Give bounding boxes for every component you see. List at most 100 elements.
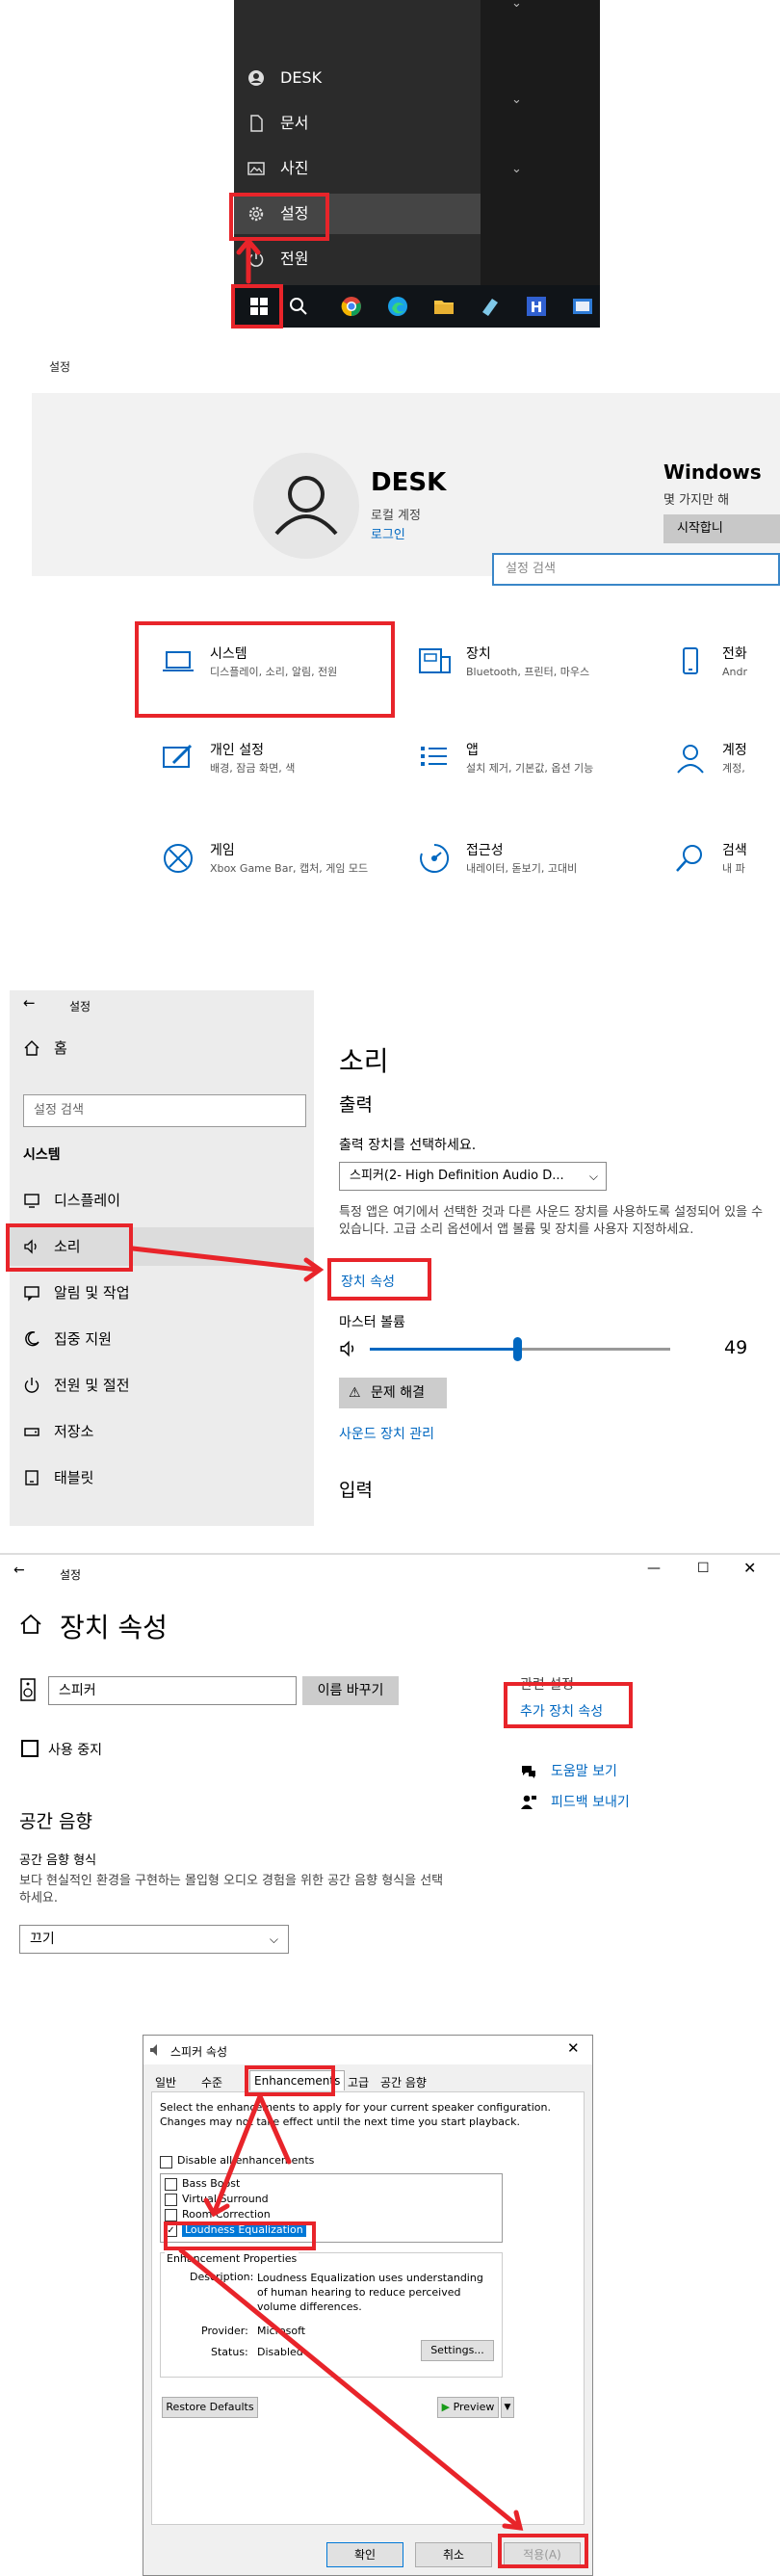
close-icon[interactable]: ✕ (567, 2039, 580, 2057)
disable-device-checkbox[interactable] (21, 1740, 39, 1757)
category-accounts[interactable]: 계정 계정, (657, 723, 780, 800)
notification-icon (24, 1286, 39, 1301)
nav-storage[interactable]: 저장소 (10, 1412, 314, 1451)
annotation-box (498, 2534, 588, 2568)
app-icon[interactable] (571, 295, 594, 318)
nav-notifications[interactable]: 알림 및 작업 (10, 1274, 314, 1312)
back-arrow-icon[interactable]: ← (23, 994, 36, 1012)
user-icon (248, 70, 264, 86)
category-search[interactable]: 검색 내 파 (657, 823, 780, 900)
tab-general[interactable]: 일반 (155, 2074, 176, 2090)
nav-section-heading: 시스템 (23, 1147, 61, 1163)
category-gaming[interactable]: 게임 Xbox Game Bar, 캡처, 게임 모드 (144, 823, 385, 900)
page-title: 장치 속성 (60, 1612, 168, 1643)
spatial-heading: 공간 음향 (19, 1811, 92, 1832)
search-icon[interactable] (287, 295, 310, 318)
category-title: 접근성 (466, 843, 504, 858)
virtual-surround-checkbox[interactable] (165, 2194, 177, 2206)
nav-home-label: 홈 (54, 1039, 67, 1057)
spatial-desc: 보다 현실적인 환경을 구현하는 몰입형 오디오 경험을 위한 공간 음향 형식… (19, 1874, 444, 1906)
spatial-format-value: 끄기 (30, 1932, 55, 1947)
ok-button[interactable]: 확인 (326, 2542, 403, 2567)
enhancement-properties-group: Enhancement Properties Description: Loud… (160, 2252, 503, 2378)
category-apps[interactable]: 앱 설치 제거, 기본값, 옵션 기능 (401, 723, 641, 800)
room-correction-checkbox[interactable] (165, 2209, 177, 2221)
manage-devices-link[interactable]: 사운드 장치 관리 (339, 1424, 434, 1443)
nav-tablet[interactable]: 태블릿 (10, 1459, 314, 1497)
search-input[interactable]: 설정 검색 (23, 1094, 306, 1127)
nav-focus-assist[interactable]: 집중 지원 (10, 1320, 314, 1358)
windows-title: Windows (663, 460, 762, 484)
cancel-button[interactable]: 취소 (415, 2542, 492, 2567)
back-arrow-icon[interactable]: ← (13, 1563, 25, 1578)
bass-boost-checkbox[interactable] (165, 2178, 177, 2191)
tab-levels[interactable]: 수준 (201, 2074, 222, 2090)
nav-label: 알림 및 작업 (54, 1284, 130, 1301)
login-link[interactable]: 로그인 (371, 524, 405, 542)
start-item-documents[interactable]: 문서 (234, 103, 481, 144)
spatial-format-select[interactable]: 끄기 ⌵ (19, 1925, 289, 1954)
close-icon[interactable]: ✕ (743, 1559, 756, 1577)
speaker-icon[interactable] (339, 1339, 358, 1358)
speaker-icon (150, 2044, 157, 2056)
category-personalization[interactable]: 개인 설정 배경, 잠금 화면, 색 (144, 723, 385, 800)
feedback-link[interactable]: 피드백 보내기 (551, 1792, 630, 1811)
enhancement-label: Room Correction (182, 2208, 271, 2221)
search-input[interactable]: 설정 검색 (492, 553, 780, 586)
maximize-icon[interactable]: ☐ (697, 1561, 710, 1576)
chevron-down-icon[interactable]: ⌄ (511, 162, 522, 176)
volume-track[interactable] (370, 1337, 670, 1361)
annotation-box (504, 1682, 633, 1728)
nav-label: 디스플레이 (54, 1192, 121, 1209)
annotation-box (231, 284, 283, 329)
nav-display[interactable]: 디스플레이 (10, 1181, 314, 1220)
master-volume-label: 마스터 볼륨 (339, 1315, 405, 1330)
category-desc: 계정, (722, 762, 745, 775)
troubleshoot-button[interactable]: ⚠ 문제 해결 (339, 1378, 447, 1408)
chrome-icon[interactable] (340, 295, 363, 318)
user-icon (274, 476, 338, 536)
provider-label: Provider: (201, 2325, 248, 2337)
nav-label: 태블릿 (54, 1469, 94, 1486)
restore-defaults-button[interactable]: Restore Defaults (162, 2397, 258, 2418)
edge-icon[interactable] (386, 295, 409, 318)
category-desc: 배경, 잠금 화면, 색 (210, 762, 296, 775)
spatial-format-label: 공간 음향 형식 (19, 1853, 97, 1868)
output-device-select[interactable]: 스피커(2- High Definition Audio D... ⌵ (339, 1162, 607, 1191)
nav-home[interactable]: 홈 (10, 1029, 314, 1067)
start-button[interactable]: 시작합니 (663, 514, 780, 543)
volume-value: 49 (724, 1337, 748, 1358)
start-item-pictures[interactable]: 사진 (234, 148, 481, 189)
notes-app-icon[interactable] (479, 295, 502, 318)
enhancements-page: Select the enhancements to apply for you… (151, 2091, 585, 2525)
tab-advanced[interactable]: 고급 (348, 2074, 369, 2090)
device-name-input[interactable]: 스피커 (48, 1676, 297, 1705)
category-accessibility[interactable]: 접근성 내레이터, 돋보기, 고대비 (401, 823, 641, 900)
tab-spatial-sound[interactable]: 공간 음향 (380, 2074, 427, 2090)
rename-button[interactable]: 이름 바꾸기 (302, 1676, 399, 1705)
category-devices[interactable]: 장치 Bluetooth, 프린터, 마우스 (401, 626, 641, 703)
start-item-power[interactable]: 전원 (234, 239, 481, 279)
chevron-down-icon[interactable]: ⌄ (511, 92, 522, 107)
input-heading: 입력 (339, 1480, 373, 1501)
personalization-icon (163, 744, 193, 768)
preview-dropdown[interactable]: ▼ (501, 2397, 514, 2418)
window-title: 설정 (69, 1000, 91, 1013)
category-title: 개인 설정 (210, 743, 264, 758)
hwp-app-icon[interactable]: H (525, 295, 548, 318)
file-explorer-icon[interactable] (432, 295, 455, 318)
category-phone[interactable]: 전화 Andr (657, 626, 780, 703)
minimize-icon[interactable]: — (647, 1561, 661, 1576)
help-link[interactable]: 도움말 보기 (551, 1761, 617, 1780)
document-icon (250, 115, 263, 132)
nav-power[interactable]: 전원 및 절전 (10, 1366, 314, 1405)
preview-button[interactable]: ▶ Preview (437, 2397, 499, 2418)
volume-slider-thumb[interactable] (513, 1337, 522, 1361)
start-item-user[interactable]: DESK (234, 58, 481, 98)
chevron-down-icon[interactable]: ⌄ (511, 0, 522, 11)
settings-button[interactable]: Settings... (421, 2340, 494, 2361)
disable-all-checkbox[interactable] (160, 2156, 172, 2169)
avatar[interactable] (253, 453, 359, 559)
disable-device-label: 사용 중지 (48, 1743, 102, 1758)
chevron-down-icon: ⌵ (269, 1932, 278, 1946)
